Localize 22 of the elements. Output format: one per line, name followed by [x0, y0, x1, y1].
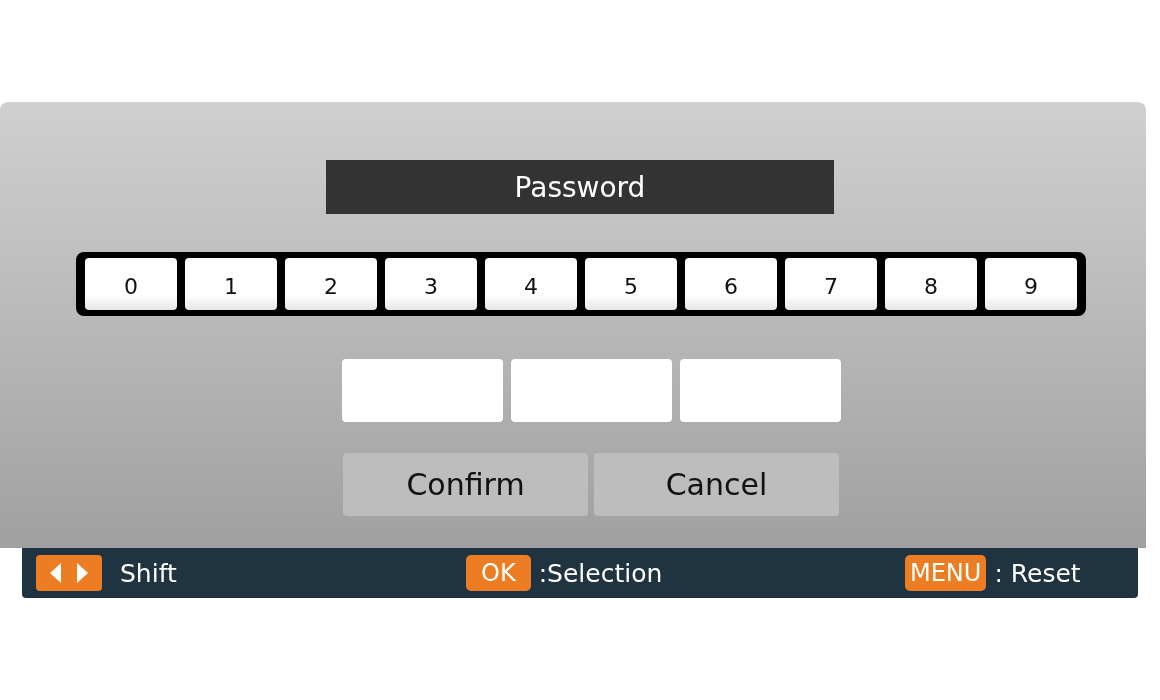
digit-key[interactable]: 7 — [785, 258, 877, 310]
remote-key-badge: MENU — [905, 555, 987, 591]
digit-key[interactable]: 0 — [85, 258, 177, 310]
digit-key[interactable]: 1 — [185, 258, 277, 310]
dialog-title: Password — [326, 160, 834, 214]
hint-text: : Reset — [994, 558, 1081, 588]
digit-key[interactable]: 2 — [285, 258, 377, 310]
hint-text: Shift — [120, 558, 177, 588]
digit-key[interactable]: 4 — [485, 258, 577, 310]
digit-key[interactable]: 5 — [585, 258, 677, 310]
digit-key[interactable]: 9 — [985, 258, 1077, 310]
digit-key[interactable]: 3 — [385, 258, 477, 310]
digit-entry-field[interactable] — [510, 359, 672, 422]
cancel-button[interactable]: Cancel — [594, 453, 839, 516]
hint-text: :Selection — [538, 558, 663, 588]
digit-key[interactable]: 6 — [685, 258, 777, 310]
digit-key[interactable]: 8 — [885, 258, 977, 310]
remote-key-badge: OK — [466, 555, 531, 591]
arrow-keys-icon — [36, 555, 102, 591]
digit-entry-field[interactable] — [341, 359, 503, 422]
digit-entry-field[interactable] — [679, 359, 841, 422]
confirm-button[interactable]: Confirm — [343, 453, 588, 516]
